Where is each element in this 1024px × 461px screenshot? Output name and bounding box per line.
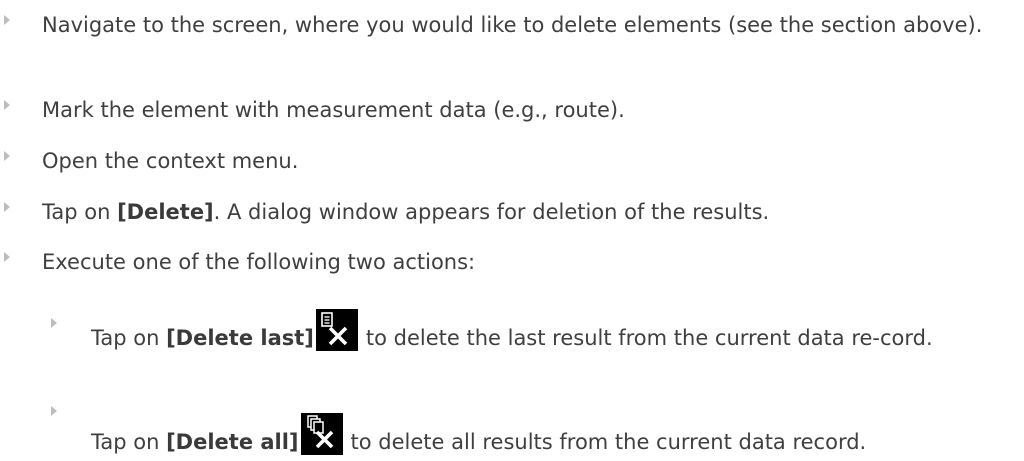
substep-2-suffix: to delete all results from the current d… [350, 430, 867, 454]
triangle-bullet-icon [51, 406, 57, 416]
step-text: Open the context menu. [42, 144, 1017, 179]
step-5-text: Execute one of the following two actions… [42, 250, 476, 274]
step-text: Execute one of the following two actions… [42, 245, 1017, 280]
step-3-text: Open the context menu. [42, 149, 299, 173]
step-4-suffix: . A dialog window appears for deletion o… [213, 200, 770, 224]
delete-all-label: [Delete all] [166, 430, 299, 454]
substep-2-prefix: Tap on [91, 430, 167, 454]
triangle-bullet-icon [4, 151, 10, 161]
delete-last-label: [Delete last] [166, 326, 314, 350]
step-2-text: Mark the element with measurement data (… [42, 98, 625, 122]
step-1-text: Navigate to the screen, where you would … [42, 13, 983, 37]
triangle-bullet-icon [4, 100, 10, 110]
triangle-bullet-icon [51, 318, 57, 328]
step-text: Tap on [Delete]. A dialog window appears… [42, 195, 1017, 230]
step-text: Navigate to the screen, where you would … [42, 8, 1017, 43]
step-text: Mark the element with measurement data (… [42, 93, 1017, 128]
substep-text: Tap on [Delete all] to delete all result… [91, 413, 1016, 460]
substep-1-suffix: to delete the last result from the curre… [365, 326, 933, 350]
substep-text: Tap on [Delete last] to delete the last … [91, 309, 1016, 356]
triangle-bullet-icon [4, 202, 10, 212]
triangle-bullet-icon [4, 252, 10, 262]
triangle-bullet-icon [4, 15, 10, 25]
step-4-prefix: Tap on [42, 200, 118, 224]
substep-1-prefix: Tap on [91, 326, 167, 350]
delete-button-label: [Delete] [117, 200, 214, 224]
delete-last-icon [315, 309, 358, 351]
delete-all-icon [300, 413, 343, 455]
